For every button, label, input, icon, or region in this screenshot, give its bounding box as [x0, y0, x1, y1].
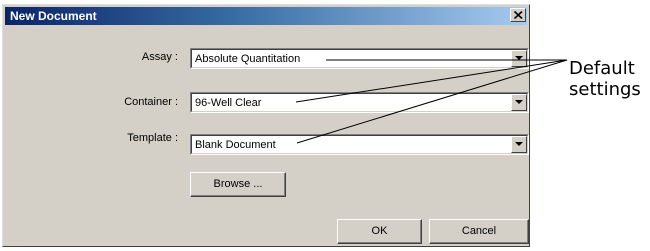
cancel-button-label: Cancel: [461, 225, 497, 237]
assay-label: Assay :: [141, 51, 178, 63]
chevron-down-icon: [515, 56, 523, 60]
ok-button[interactable]: OK: [337, 219, 422, 244]
assay-dropdown-button[interactable]: [511, 50, 527, 67]
window-title: New Document: [10, 9, 97, 23]
default-settings-annotation: Default settings: [569, 58, 649, 100]
assay-value: Absolute Quantitation: [195, 53, 301, 65]
browse-button-label: Browse ...: [213, 178, 263, 190]
container-select[interactable]: 96-Well Clear: [190, 92, 529, 113]
new-document-dialog: New Document: [2, 4, 530, 247]
assay-select[interactable]: Absolute Quantitation: [190, 48, 529, 69]
container-label: Container :: [124, 96, 178, 108]
cancel-button[interactable]: Cancel: [429, 219, 529, 244]
chevron-down-icon: [515, 100, 523, 104]
annotation-line-1: Default: [569, 58, 635, 79]
ok-button-label: OK: [371, 225, 388, 237]
template-value: Blank Document: [195, 139, 276, 151]
container-value: 96-Well Clear: [195, 97, 262, 109]
chevron-down-icon: [515, 142, 523, 146]
container-dropdown-button[interactable]: [511, 94, 527, 111]
template-select[interactable]: Blank Document: [190, 134, 529, 155]
template-label: Template :: [127, 132, 178, 144]
close-icon: [514, 11, 523, 19]
annotation-line-2: settings: [569, 79, 641, 100]
title-bar[interactable]: New Document: [5, 7, 527, 25]
close-button[interactable]: [510, 8, 526, 22]
template-dropdown-button[interactable]: [511, 136, 527, 153]
browse-button[interactable]: Browse ...: [190, 172, 286, 197]
